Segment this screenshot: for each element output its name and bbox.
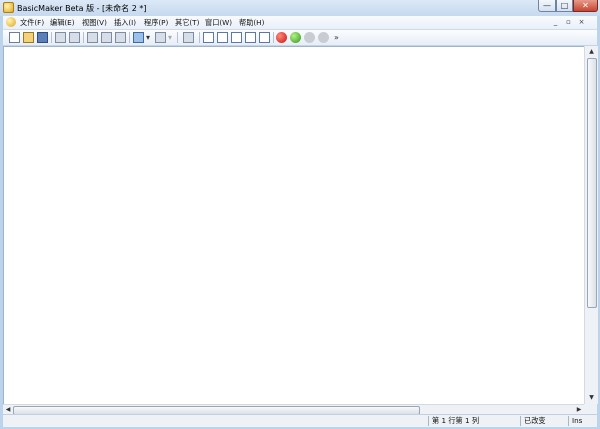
close-button[interactable]: ✕ (573, 0, 598, 12)
undo-dropdown-icon[interactable]: ▾ (146, 32, 150, 43)
open-icon[interactable] (23, 32, 34, 43)
toolbar-separator (273, 32, 274, 43)
vertical-scroll-thumb[interactable] (587, 58, 597, 308)
overflow-icon[interactable]: » (334, 32, 339, 43)
mdi-minimize-button[interactable]: _ (550, 18, 561, 27)
window-title: BasicMaker Beta 版 - [未命名 2 *] (17, 4, 147, 13)
mdi-close-button[interactable]: × (576, 18, 587, 27)
print-preview-icon[interactable] (69, 32, 80, 43)
save-icon[interactable] (37, 32, 48, 43)
bookmark-icon[interactable] (259, 32, 270, 43)
status-bar: 第 1 行第 1 列 已改变 Ins (3, 414, 597, 427)
toolbar-separator (83, 32, 84, 43)
cursor-position: 第 1 行第 1 列 (428, 416, 520, 426)
outdent-icon[interactable] (217, 32, 228, 43)
vertical-scrollbar[interactable]: ▲ ▼ (584, 46, 598, 404)
scroll-down-icon[interactable]: ▼ (585, 392, 598, 403)
mdi-restore-button[interactable]: ▫ (563, 18, 574, 27)
menu-view[interactable]: 视图(V) (82, 18, 107, 28)
toolbar-separator (199, 32, 200, 43)
menu-program[interactable]: 程序(P) (144, 18, 168, 28)
minimize-button[interactable]: — (538, 0, 556, 12)
toolbar-separator (129, 32, 130, 43)
step-icon[interactable] (304, 32, 315, 43)
redo-dropdown-icon[interactable]: ▾ (168, 32, 172, 43)
title-bar: BasicMaker Beta 版 - [未命名 2 *] — □ ✕ (0, 0, 600, 16)
find-icon[interactable] (183, 32, 194, 43)
menu-edit[interactable]: 编辑(E) (50, 18, 75, 28)
redo-icon[interactable] (155, 32, 166, 43)
menu-window[interactable]: 窗口(W) (205, 18, 232, 28)
run-icon[interactable] (290, 32, 301, 43)
maximize-button[interactable]: □ (556, 0, 573, 12)
toolbar: ▾ ▾ » (3, 30, 597, 46)
undo-icon[interactable] (133, 32, 144, 43)
toolbar-separator (177, 32, 178, 43)
new-icon[interactable] (9, 32, 20, 43)
cut-icon[interactable] (87, 32, 98, 43)
indent-icon[interactable] (203, 32, 214, 43)
scroll-up-icon[interactable]: ▲ (585, 46, 598, 57)
stop-icon[interactable] (276, 32, 287, 43)
print-icon[interactable] (55, 32, 66, 43)
app-icon[interactable] (3, 2, 14, 13)
toolbar-separator (51, 32, 52, 43)
insert-mode-indicator: Ins (568, 416, 597, 426)
comment-icon[interactable] (231, 32, 242, 43)
menu-help[interactable]: 帮助(H) (239, 18, 264, 28)
modified-indicator: 已改变 (520, 416, 568, 426)
paste-icon[interactable] (115, 32, 126, 43)
uncomment-icon[interactable] (245, 32, 256, 43)
menu-insert[interactable]: 插入(I) (114, 18, 136, 28)
code-editor[interactable] (3, 46, 585, 404)
menu-file[interactable]: 文件(F) (20, 18, 44, 28)
menu-other[interactable]: 其它(T) (175, 18, 199, 28)
copy-icon[interactable] (101, 32, 112, 43)
pause-icon[interactable] (318, 32, 329, 43)
menu-bar: 文件(F) 编辑(E) 视图(V) 插入(I) 程序(P) 其它(T) 窗口(W… (3, 16, 597, 30)
document-menu-icon[interactable] (6, 17, 16, 27)
